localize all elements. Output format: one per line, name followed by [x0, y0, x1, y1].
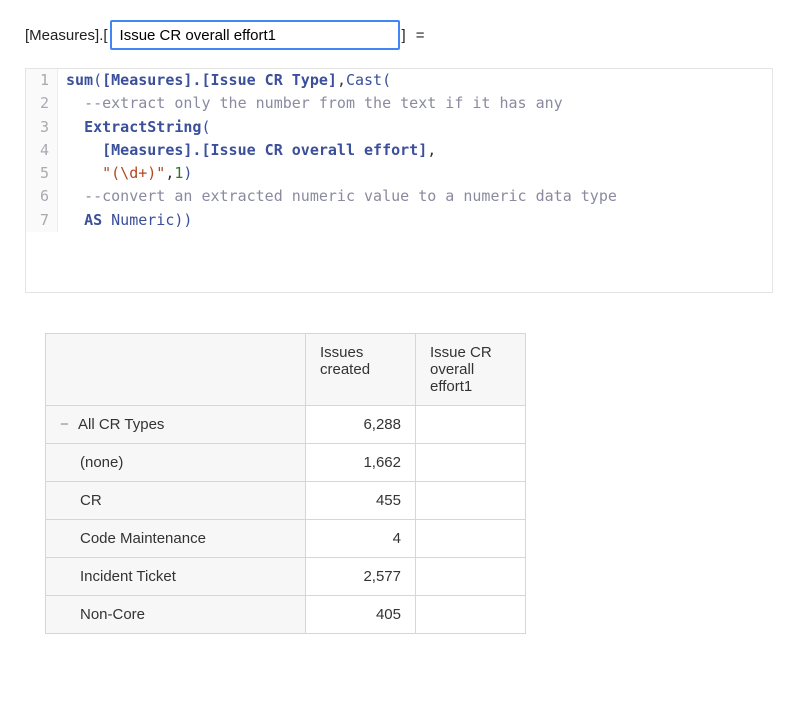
table-header-row: Issues created Issue CR overall effort1 — [46, 333, 526, 405]
line-number: 4 — [26, 139, 58, 162]
row-label-cell: Non-Core — [46, 595, 306, 633]
cell-effort1 — [416, 557, 526, 595]
line-number: 3 — [26, 116, 58, 139]
cell-effort1 — [416, 519, 526, 557]
cell-effort1 — [416, 443, 526, 481]
row-label-text: All CR Types — [78, 416, 164, 433]
cell-issues-created: 455 — [306, 481, 416, 519]
code-line: 7 AS Numeric)) — [26, 209, 772, 232]
measure-prefix: [Measures].[ — [25, 27, 108, 44]
row-label-cell: Incident Ticket — [46, 557, 306, 595]
code-line: 1sum([Measures].[Issue CR Type],Cast( — [26, 69, 772, 92]
row-label-text: CR — [80, 492, 102, 509]
row-label-cell[interactable]: −All CR Types — [46, 405, 306, 443]
code-content[interactable]: [Measures].[Issue CR overall effort], — [58, 139, 436, 162]
collapse-icon[interactable]: − — [60, 416, 74, 433]
cell-issues-created: 405 — [306, 595, 416, 633]
line-number: 1 — [26, 69, 58, 92]
cell-issues-created: 6,288 — [306, 405, 416, 443]
line-number: 7 — [26, 209, 58, 232]
equals-sign: = — [416, 27, 425, 44]
cell-effort1 — [416, 481, 526, 519]
cell-issues-created: 4 — [306, 519, 416, 557]
row-label-cell: CR — [46, 481, 306, 519]
code-content[interactable]: "(\d+)",1) — [58, 162, 192, 185]
row-label-text: Code Maintenance — [80, 530, 206, 547]
row-label-cell: Code Maintenance — [46, 519, 306, 557]
table-row: Non-Core 405 — [46, 595, 526, 633]
cell-issues-created: 2,577 — [306, 557, 416, 595]
row-label-text: Incident Ticket — [80, 568, 176, 585]
table-row: CR 455 — [46, 481, 526, 519]
row-label-header — [46, 333, 306, 405]
row-label-text: Non-Core — [80, 606, 145, 623]
col-header-effort1[interactable]: Issue CR overall effort1 — [416, 333, 526, 405]
measure-suffix: ] — [402, 27, 406, 44]
table-row: −All CR Types6,288 — [46, 405, 526, 443]
line-number: 2 — [26, 92, 58, 115]
results-table: Issues created Issue CR overall effort1 … — [45, 333, 526, 634]
row-label-cell: (none) — [46, 443, 306, 481]
code-content[interactable]: AS Numeric)) — [58, 209, 192, 232]
measure-definition-row: [Measures].[ ] = — [25, 20, 773, 50]
code-line: 5 "(\d+)",1) — [26, 162, 772, 185]
code-line: 4 [Measures].[Issue CR overall effort], — [26, 139, 772, 162]
line-number: 5 — [26, 162, 58, 185]
cell-effort1 — [416, 595, 526, 633]
cell-effort1 — [416, 405, 526, 443]
measure-name-input[interactable] — [110, 20, 400, 50]
line-number: 6 — [26, 185, 58, 208]
code-content[interactable]: sum([Measures].[Issue CR Type],Cast( — [58, 69, 391, 92]
code-line: 2 --extract only the number from the tex… — [26, 92, 772, 115]
cell-issues-created: 1,662 — [306, 443, 416, 481]
code-line: 3 ExtractString( — [26, 116, 772, 139]
code-line: 6 --convert an extracted numeric value t… — [26, 185, 772, 208]
table-row: Code Maintenance 4 — [46, 519, 526, 557]
code-content[interactable]: ExtractString( — [58, 116, 211, 139]
code-content[interactable]: --convert an extracted numeric value to … — [58, 185, 617, 208]
code-content[interactable]: --extract only the number from the text … — [58, 92, 563, 115]
formula-editor[interactable]: 1sum([Measures].[Issue CR Type],Cast(2 -… — [25, 68, 773, 293]
row-label-text: (none) — [80, 454, 123, 471]
table-row: (none) 1,662 — [46, 443, 526, 481]
col-header-issues-created[interactable]: Issues created — [306, 333, 416, 405]
table-row: Incident Ticket 2,577 — [46, 557, 526, 595]
